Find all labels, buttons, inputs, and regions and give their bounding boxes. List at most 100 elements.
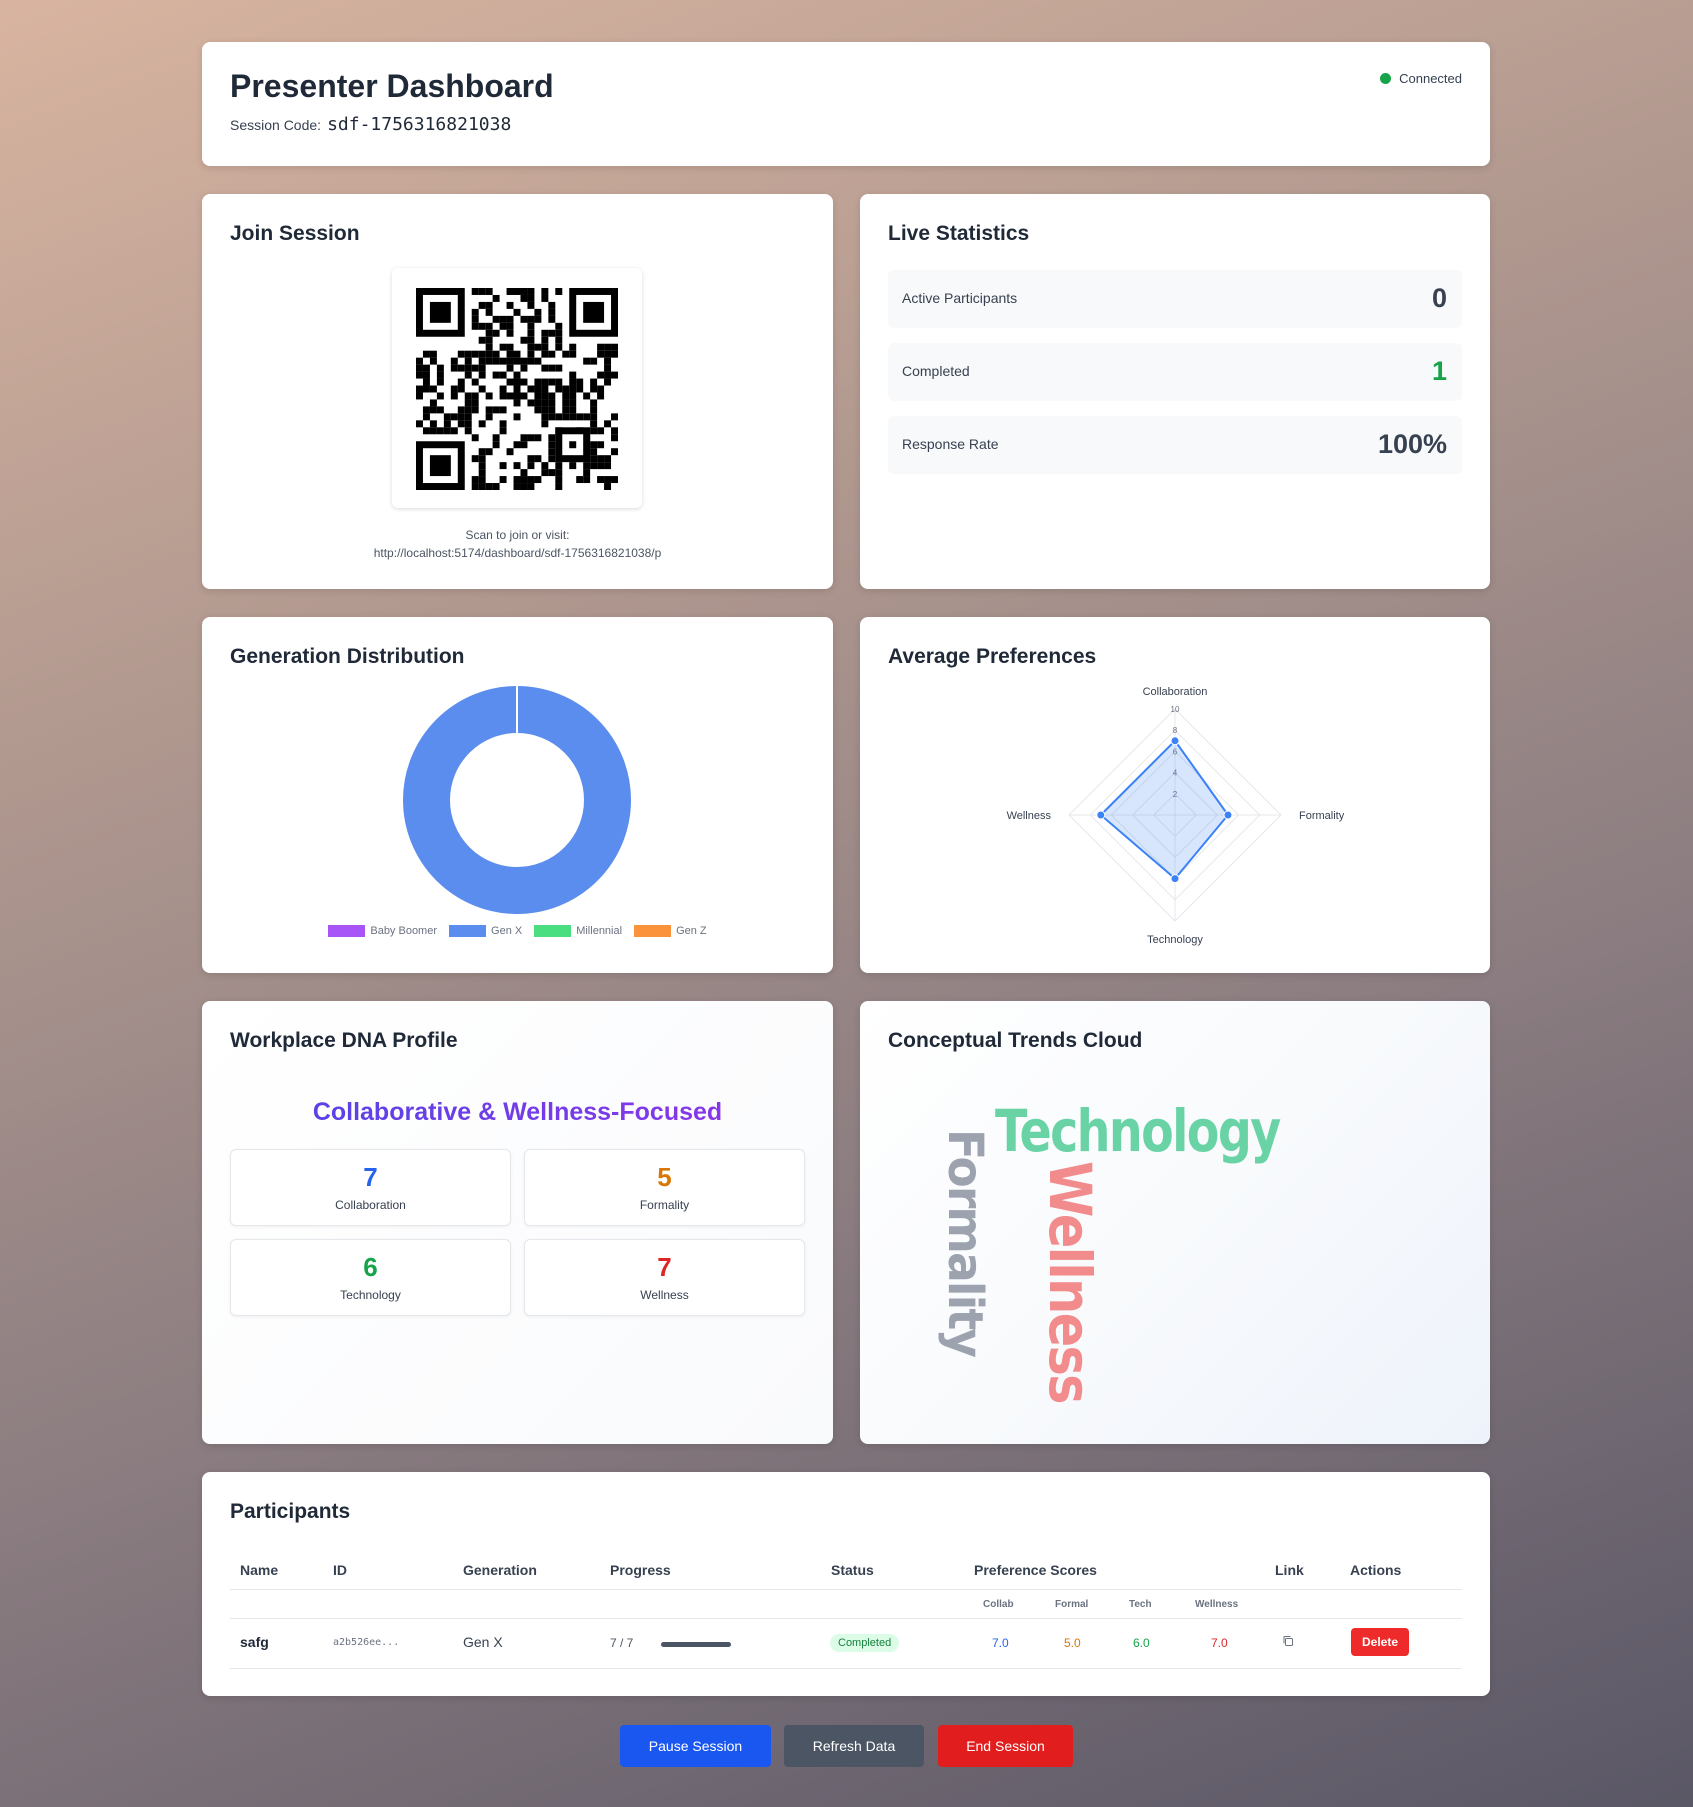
qr-code <box>392 268 642 508</box>
participant-progress-bar <box>661 1642 731 1647</box>
stat-value: 1 <box>1431 356 1447 386</box>
preferences-radar-chart: 246810CollaborationFormalityTechnologyWe… <box>1007 686 1345 946</box>
score-formal: 5.0 <box>1064 1636 1081 1650</box>
table-divider <box>230 1618 1462 1619</box>
dna-score-label: Wellness <box>640 1288 689 1302</box>
radar-series-area <box>1099 739 1230 881</box>
radar-axis-label-wellness: Wellness <box>1007 810 1052 822</box>
legend-item-gen-z[interactable]: Gen Z <box>634 925 707 937</box>
session-code: sdf-1756316821038 <box>327 114 512 135</box>
dna-score-collaboration: 7 Collaboration <box>230 1149 511 1226</box>
stat-active-participants: Active Participants 0 <box>888 270 1462 328</box>
dna-score-label: Collaboration <box>335 1198 406 1212</box>
table-divider <box>230 1589 1462 1590</box>
header-card: Presenter Dashboard Session Code: sdf-17… <box>202 42 1490 166</box>
generation-legend: Baby Boomer Gen X Millennial Gen Z <box>202 925 833 937</box>
radar-axis-label-collaboration: Collaboration <box>1143 686 1208 698</box>
status-dot-icon <box>1380 73 1392 84</box>
column-header-preference-scores: Preference Scores <box>974 1562 1097 1578</box>
scan-instruction: Scan to join or visit: <box>465 528 570 542</box>
legend-label: Millennial <box>576 925 623 937</box>
stat-value: 0 <box>1431 283 1447 313</box>
radar-tick-label: 8 <box>1173 726 1178 735</box>
column-header-name: Name <box>240 1562 279 1578</box>
live-statistics-card: Live Statistics Active Participants 0 Co… <box>860 194 1490 589</box>
legend-swatch <box>534 925 572 937</box>
pause-session-button[interactable]: Pause Session <box>620 1725 771 1767</box>
column-header-generation: Generation <box>463 1562 537 1578</box>
column-header-actions: Actions <box>1350 1562 1402 1578</box>
dna-score-label: Formality <box>639 1198 690 1212</box>
donut-slice-gen-x[interactable] <box>403 686 631 914</box>
legend-item-baby-boomer[interactable]: Baby Boomer <box>328 925 437 937</box>
delete-participant-button[interactable]: Delete <box>1351 1628 1409 1656</box>
dna-score-value: 5 <box>657 1162 672 1192</box>
average-preferences-card: Average Preferences 246810CollaborationF… <box>860 617 1490 973</box>
table-divider <box>230 1668 1462 1669</box>
word-technology: Technology <box>995 1097 1281 1165</box>
refresh-data-button[interactable]: Refresh Data <box>784 1725 924 1767</box>
dna-score-formality: 5 Formality <box>524 1149 805 1226</box>
stat-response-rate: Response Rate 100% <box>888 416 1462 474</box>
word-wellness: Wellness <box>1036 1161 1104 1403</box>
legend-label: Gen Z <box>676 925 707 937</box>
participant-progress-text: 7 / 7 <box>610 1636 634 1650</box>
participants-title: Participants <box>230 1500 351 1523</box>
stat-label: Completed <box>902 363 970 379</box>
join-session-title: Join Session <box>230 222 360 245</box>
join-url[interactable]: http://localhost:5174/dashboard/sdf-1756… <box>202 546 833 560</box>
participants-card: Participants Name ID Generation Progress… <box>202 1472 1490 1696</box>
stat-label: Active Participants <box>902 290 1018 306</box>
sub-header-formal: Formal <box>1055 1599 1089 1610</box>
page-title: Presenter Dashboard <box>230 68 554 104</box>
column-header-status: Status <box>831 1562 874 1578</box>
connection-status: Connected <box>1380 71 1462 86</box>
column-header-link: Link <box>1275 1562 1304 1578</box>
legend-swatch <box>328 925 366 937</box>
generation-distribution-card: Generation Distribution Baby Boomer Gen … <box>202 617 833 973</box>
dna-score-wellness: 7 Wellness <box>524 1239 805 1316</box>
dna-score-label: Technology <box>340 1288 401 1302</box>
legend-swatch <box>449 925 487 937</box>
word-formality: Formality <box>937 1129 993 1357</box>
status-badge: Completed <box>830 1634 900 1652</box>
score-wellness: 7.0 <box>1211 1636 1228 1650</box>
legend-item-millennial[interactable]: Millennial <box>534 925 622 937</box>
legend-item-gen-x[interactable]: Gen X <box>449 925 522 937</box>
join-session-card: Join Session Scan to join or visit: http… <box>202 194 833 589</box>
generation-donut-chart <box>403 686 631 914</box>
workplace-dna-title: Workplace DNA Profile <box>230 1029 458 1052</box>
connection-status-label: Connected <box>1399 71 1462 86</box>
radar-point-formality[interactable] <box>1223 810 1233 820</box>
legend-label: Gen X <box>491 925 523 937</box>
trends-cloud-card: Conceptual Trends Cloud Technology Forma… <box>860 1001 1490 1444</box>
participant-name: safg <box>240 1634 269 1650</box>
score-collab: 7.0 <box>992 1636 1009 1650</box>
column-header-progress: Progress <box>610 1562 671 1578</box>
dna-profile-label: Collaborative & Wellness-Focused <box>202 1098 833 1127</box>
dna-score-value: 7 <box>363 1162 378 1192</box>
radar-point-wellness[interactable] <box>1096 810 1106 820</box>
participant-generation: Gen X <box>463 1634 503 1650</box>
participant-id: a2b526ee... <box>333 1637 400 1648</box>
session-code-label: Session Code: <box>230 117 322 133</box>
dna-score-technology: 6 Technology <box>230 1239 511 1316</box>
end-session-button[interactable]: End Session <box>938 1725 1073 1767</box>
radar-point-collaboration[interactable] <box>1170 736 1180 746</box>
dna-score-value: 6 <box>363 1252 378 1282</box>
session-code-line: Session Code: sdf-1756316821038 <box>230 114 511 135</box>
sub-header-wellness: Wellness <box>1195 1599 1239 1610</box>
stat-value: 100% <box>1377 429 1447 459</box>
column-header-id: ID <box>333 1562 347 1578</box>
radar-point-technology[interactable] <box>1170 874 1180 884</box>
qr-code-icon <box>416 288 618 490</box>
radar-axis-label-technology: Technology <box>1147 934 1203 946</box>
radar-axis-label-formality: Formality <box>1299 810 1345 822</box>
stat-completed: Completed 1 <box>888 343 1462 401</box>
sub-header-tech: Tech <box>1129 1599 1152 1610</box>
trends-cloud-title: Conceptual Trends Cloud <box>888 1029 1143 1052</box>
radar-tick-label: 10 <box>1171 705 1180 714</box>
legend-label: Baby Boomer <box>370 925 438 937</box>
score-tech: 6.0 <box>1133 1636 1150 1650</box>
copy-link-icon[interactable] <box>1282 1635 1294 1647</box>
